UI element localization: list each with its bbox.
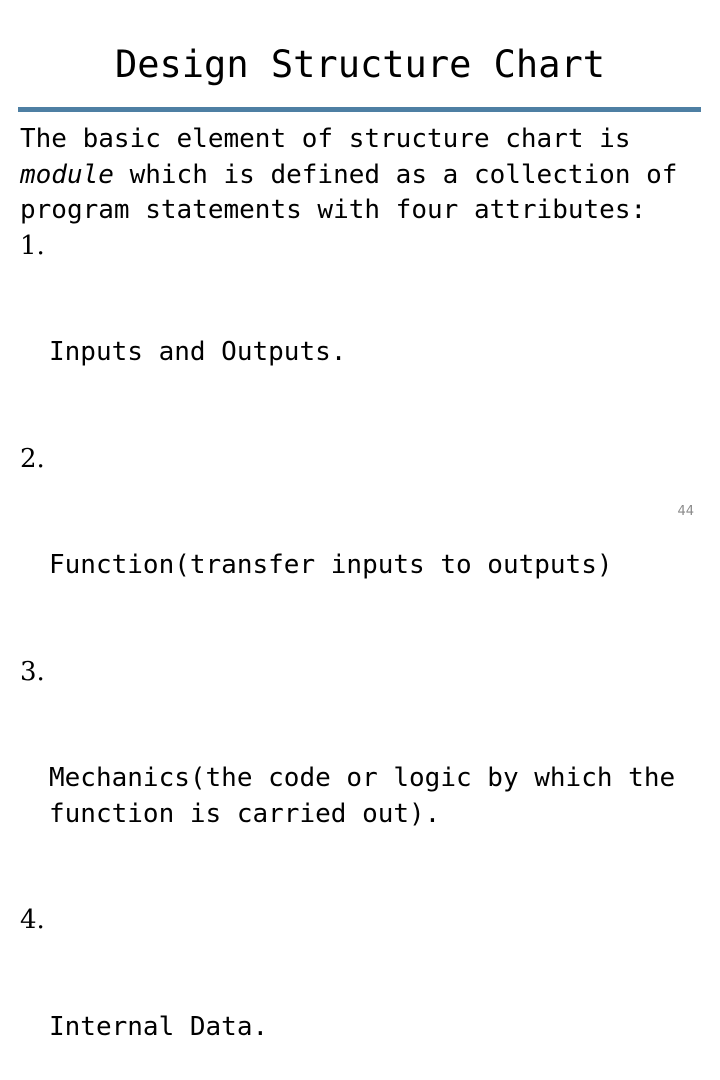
list-item-marker: 3. [20,655,47,691]
list-item-label: Inputs and Outputs. [49,335,710,371]
paragraph-text-before-italic: The basic element of structure chart is [20,124,646,154]
list-item-label: Mechanics(the code or logic by which the… [49,761,710,832]
list-item: 4. Internal Data. [20,903,710,1080]
slide-canvas: Design Structure Chart The basic element… [0,0,720,540]
paragraph-text-after-italic: which is defined as a collection of prog… [20,160,693,226]
list-item: 2. Function(transfer inputs to outputs) [20,442,710,655]
slide-body: The basic element of structure chart is … [20,122,710,1080]
page-number: 44 [677,504,694,520]
list-item: 3. Mechanics(the code or logic by which … [20,655,710,904]
list-item-label: Internal Data. [49,1010,710,1046]
list-item-marker: 1. [20,229,47,265]
intro-paragraph: The basic element of structure chart is … [20,122,710,229]
page-title: Design Structure Chart [18,42,702,88]
attributes-list: 1. Inputs and Outputs. 2. Function(trans… [20,229,710,1080]
list-item-marker: 2. [20,442,47,478]
list-item-label: Function(transfer inputs to outputs) [49,548,710,584]
list-item: 1. Inputs and Outputs. [20,229,710,442]
list-item-marker: 4. [20,903,47,939]
paragraph-italic-term: module [20,160,114,190]
title-divider [18,107,701,112]
